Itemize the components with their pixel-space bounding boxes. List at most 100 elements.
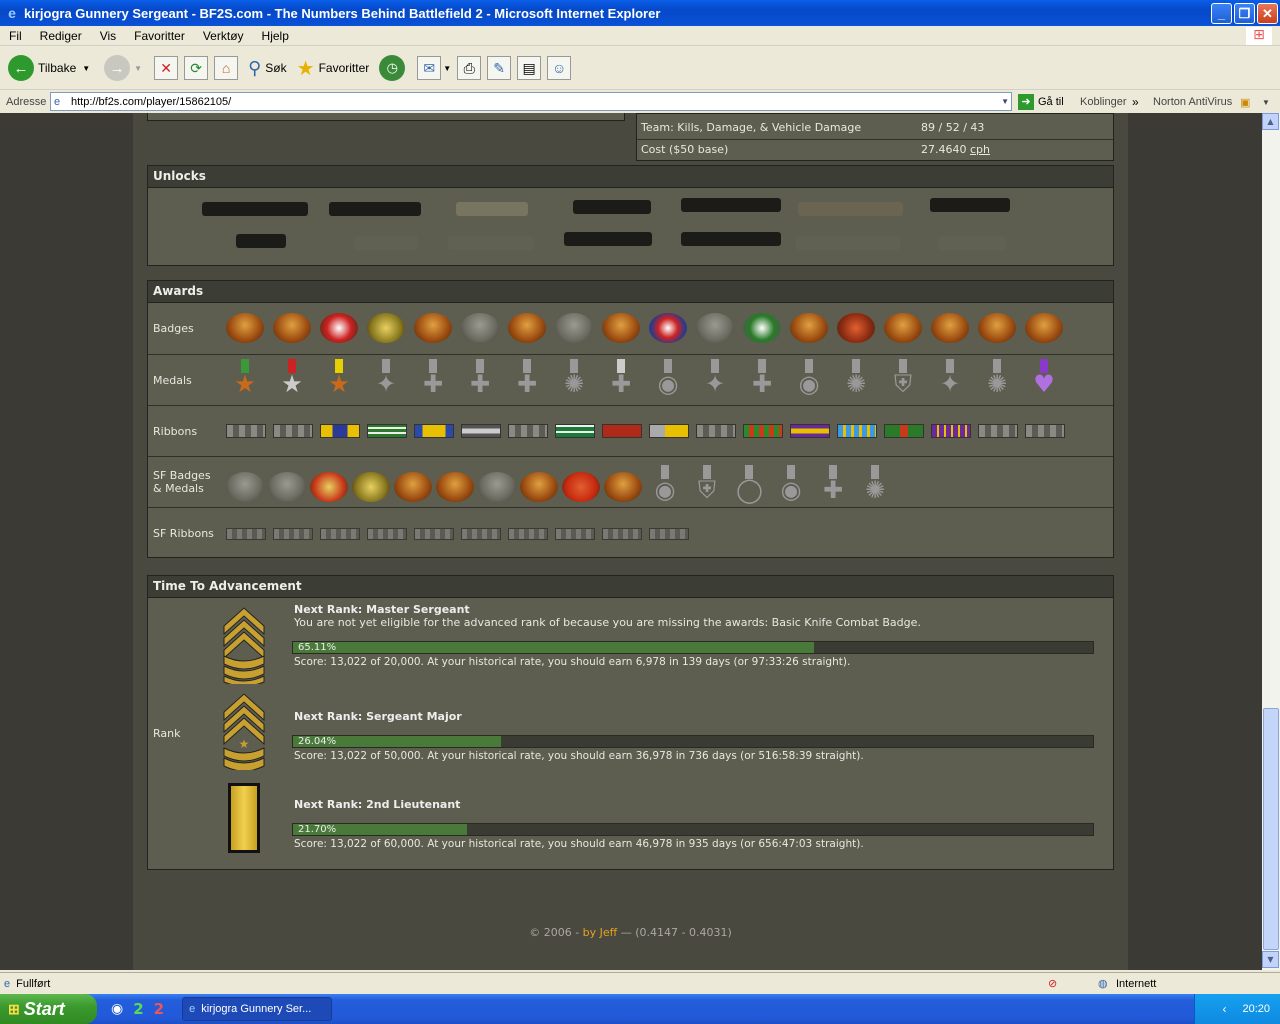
menu-tools[interactable]: Verktøy [194,29,253,43]
menu-help[interactable]: Hjelp [253,29,298,43]
cost-stat-value: 27.4640 cph [921,143,990,156]
start-button[interactable]: ⊞ Start [0,994,97,1024]
award-badge [508,313,546,343]
award-badge [978,313,1016,343]
rank-label: Rank [153,727,181,740]
award-medal: ✺ [978,359,1016,403]
award-ribbon [320,424,360,438]
edit-icon[interactable]: ✎ [487,56,512,80]
scroll-down-icon[interactable]: ▼ [1262,951,1279,968]
progress-fill [293,642,814,653]
norton-label[interactable]: Norton AntiVirus [1153,96,1232,108]
advancement-panel: Time To Advancement Rank Next Rank: Mast… [147,575,1114,870]
sf-award-medal: ✺ [856,465,894,509]
minimize-button[interactable]: _ [1211,3,1232,24]
back-dropdown-icon[interactable]: ▼ [82,64,90,73]
maximize-button[interactable]: ❐ [1234,3,1255,24]
sf-ribbons-list [226,528,696,540]
quicklaunch-2-icon[interactable]: 2 [133,1000,143,1018]
globe-icon: ◍ [1098,978,1108,990]
cph-link[interactable]: cph [970,143,990,156]
award-badge [696,313,734,343]
address-input[interactable]: e http://bf2s.com/player/15862105/ ▼ [50,92,1012,111]
footer-author-link[interactable]: by Jeff [583,926,618,939]
unlocks-title: Unlocks [148,166,1113,188]
norton-icon[interactable]: ▣ [1240,96,1250,109]
sf-badges-row: SF Badges & Medals ◉ ⛨ ◯ ◉ ✚ ✺ [148,456,1113,507]
home-icon[interactable]: ⌂ [214,56,239,80]
popup-blocker-icon[interactable]: ⊘ [1048,977,1057,990]
award-ribbon [931,424,971,438]
go-label: Gå til [1038,96,1064,108]
norton-dropdown-icon[interactable]: ▼ [1262,98,1270,107]
ribbons-label: Ribbons [153,425,198,438]
page-done-icon: e [4,977,11,990]
quicklaunch-2-alt-icon[interactable]: 2 [154,1000,164,1018]
quicklaunch-ie-icon[interactable]: ◉ [111,1001,123,1017]
forward-button[interactable]: → ▼ [104,51,142,85]
messenger-icon[interactable]: ☺ [547,56,572,80]
menu-favorites[interactable]: Favoritter [125,29,194,43]
discuss-icon[interactable]: ▤ [517,56,542,80]
vertical-scrollbar[interactable]: ▲ ▼ [1262,113,1280,970]
sf-award-medal: ◉ [646,465,684,509]
search-button[interactable]: ⚲ Søk [248,51,287,85]
award-badge [226,313,264,343]
award-medal: ⛨ [884,359,922,403]
menu-file[interactable]: Fil [0,29,31,43]
scroll-up-icon[interactable]: ▲ [1262,113,1279,130]
unlock-weapon [236,234,286,248]
stop-icon[interactable]: ✕ [154,56,179,80]
unlock-weapon [564,232,652,246]
award-badge [837,313,875,343]
award-badge [743,313,781,343]
award-medal: ✚ [461,359,499,403]
search-label: Søk [265,61,287,75]
tray-expand-icon[interactable]: ‹ [1222,1002,1226,1016]
award-badge [367,313,405,343]
award-medal: ✦ [367,359,405,403]
award-ribbon [649,424,689,438]
svg-text:★: ★ [239,737,250,751]
taskbar-window-button[interactable]: e kirjogra Gunnery Ser... [182,997,333,1021]
forward-dropdown-icon[interactable]: ▼ [134,64,142,73]
go-arrow-icon: ➜ [1018,94,1034,110]
menu-view[interactable]: Vis [91,29,125,43]
award-badge [649,313,687,343]
mail-dropdown-icon[interactable]: ▼ [443,64,451,73]
refresh-icon[interactable]: ⟳ [184,56,209,80]
links-label[interactable]: Koblinger [1080,96,1126,108]
sf-award-ribbon [461,528,501,540]
scroll-thumb[interactable] [1263,708,1279,950]
favorites-button[interactable]: ★ Favoritter [297,51,370,85]
window-title-bar: e kirjogra Gunnery Sergeant - BF2S.com -… [0,0,1280,26]
taskbar: ⊞ Start ◉ 2 2 e kirjogra Gunnery Ser... … [0,994,1280,1024]
award-ribbon [696,424,736,438]
award-ribbon [273,424,313,438]
menu-bar: Fil Rediger Vis Favoritter Verktøy Hjelp [0,26,1280,46]
print-icon[interactable]: ⎙ [457,56,482,80]
back-button[interactable]: ← Tilbake ▼ [8,51,90,85]
award-ribbon [978,424,1018,438]
award-ribbon [837,424,877,438]
award-medal: ★ [226,359,264,403]
footer-version: — (0.4147 - 0.4031) [617,926,732,939]
sf-award-ribbon [367,528,407,540]
close-button[interactable]: ✕ [1257,3,1278,24]
taskbar-window-label: kirjogra Gunnery Ser... [201,1003,312,1015]
award-medal: ✺ [837,359,875,403]
advancement-title: Time To Advancement [148,576,1113,598]
sf-award-badge [478,472,516,502]
ribbons-list [226,424,1072,438]
history-icon[interactable]: ◷ [379,55,406,81]
links-chevron-icon[interactable]: » [1132,95,1139,109]
go-button[interactable]: ➜ Gå til [1018,94,1064,110]
award-ribbon [508,424,548,438]
address-dropdown-icon[interactable]: ▼ [1001,97,1009,106]
award-badge [931,313,969,343]
forward-arrow-icon: → [104,55,131,81]
menu-edit[interactable]: Rediger [31,29,91,43]
mail-icon[interactable]: ✉ [417,56,442,80]
award-medal: ★ [320,359,358,403]
sf-badges-label: SF Badges & Medals [153,469,211,495]
